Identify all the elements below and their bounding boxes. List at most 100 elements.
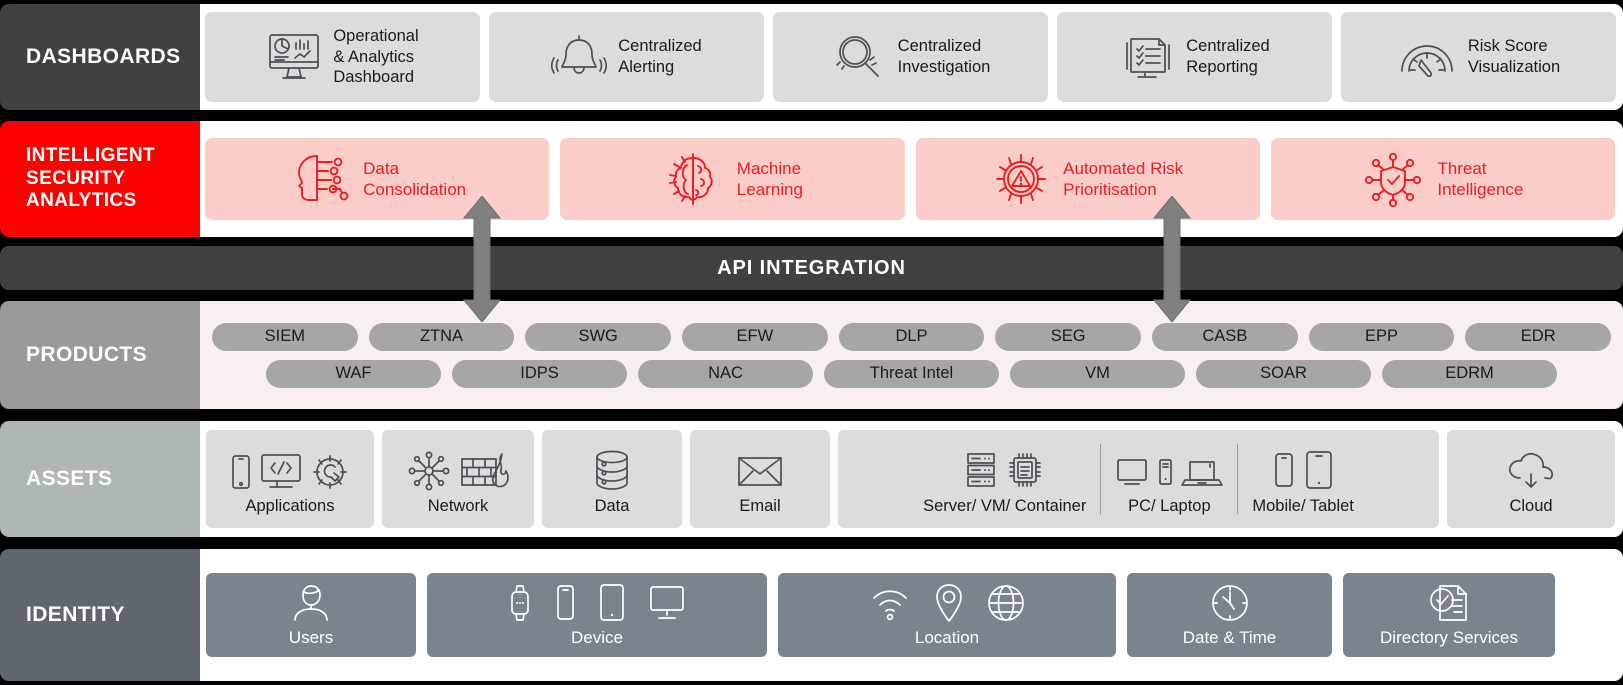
architecture-diagram: DASHBOARDS Operational & Analytics Dashb… [0, 0, 1623, 685]
asset-label: Mobile/ Tablet [1252, 497, 1354, 515]
dashboard-card-centralized-alerting[interactable]: Centralized Alerting [489, 12, 764, 102]
analytics-card-list: Data Consolidation Machine Learning Auto… [200, 121, 1623, 237]
assets-card-list: Applications Network Data Email Server/ … [200, 421, 1623, 537]
product-pill-casb[interactable]: CASB [1152, 322, 1298, 351]
row-label-analytics-line3: ANALYTICS [26, 190, 137, 212]
row-label-dashboards-text: DASHBOARDS [26, 44, 181, 68]
asset-group-server-vm-container: Server/ VM/ Container [911, 442, 1098, 516]
asset-label: Cloud [1509, 497, 1553, 515]
identity-card-location[interactable]: Location [778, 573, 1116, 657]
product-pill-waf[interactable]: WAF [266, 359, 441, 388]
asset-label: Network [427, 497, 489, 515]
asset-card-data[interactable]: Data [542, 430, 682, 528]
mobile-icon [232, 455, 250, 489]
user-avatar-icon [294, 585, 328, 621]
product-pill-vm[interactable]: VM [1010, 359, 1185, 388]
asset-label: Data [594, 497, 630, 515]
code-monitor-icon [261, 454, 301, 488]
dashboard-card-label: Centralized Reporting [1186, 37, 1270, 76]
product-pill-ztna[interactable]: ZTNA [368, 322, 515, 351]
identity-icon-group [868, 582, 1026, 624]
analytics-card-machine-learning[interactable]: Machine Learning [560, 138, 905, 220]
asset-group-mobile-tablet: Mobile/ Tablet [1240, 442, 1366, 516]
asset-label: Email [739, 497, 781, 515]
dashboard-card-risk-score-visualization[interactable]: Risk Score Visualization [1341, 12, 1616, 102]
asset-card-applications[interactable]: Applications [206, 430, 374, 528]
product-pill-edr[interactable]: EDR [1465, 322, 1612, 351]
api-integration-strip: API INTEGRATION [0, 246, 1623, 290]
cloud-download-icon [1509, 452, 1553, 488]
asset-icon-group [1115, 442, 1224, 492]
row-label-analytics-line1: INTELLIGENT [26, 145, 155, 167]
wifi-icon [873, 590, 907, 621]
asset-card-infrastructure-group[interactable]: Server/ VM/ Container PC/ Laptop Mobile/… [838, 430, 1439, 528]
product-pill-threat-intel[interactable]: Threat Intel [824, 359, 999, 388]
watch-icon [511, 585, 529, 621]
brain-gear-icon [662, 150, 724, 208]
product-pill-edrm[interactable]: EDRM [1382, 359, 1557, 388]
asset-card-cloud[interactable]: Cloud [1447, 430, 1615, 528]
asset-icon-group [230, 442, 350, 492]
tablet-icon [600, 584, 624, 621]
identity-label: Location [914, 628, 980, 647]
analytics-card-label: Data Consolidation [363, 158, 467, 199]
asset-icon-group [1272, 442, 1335, 492]
tower-icon [1159, 459, 1173, 485]
envelope-icon [738, 457, 782, 486]
analytics-card-label: Threat Intelligence [1437, 158, 1524, 199]
identity-card-users[interactable]: Users [206, 573, 416, 657]
product-pill-dlp[interactable]: DLP [838, 322, 985, 351]
identity-card-directory-services[interactable]: Directory Services [1343, 573, 1555, 657]
api-integration-label: API INTEGRATION [717, 256, 906, 279]
product-pill-epp[interactable]: EPP [1308, 322, 1455, 351]
arrow-analytics-products-right [1152, 196, 1192, 322]
product-pill-idps[interactable]: IDPS [452, 359, 627, 388]
asset-icon-group [406, 442, 511, 492]
identity-label: Directory Services [1380, 628, 1518, 647]
server-rack-icon [967, 453, 996, 487]
desktop-icon [1117, 459, 1148, 485]
identity-icon-group [289, 582, 333, 624]
globe-icon [988, 585, 1024, 621]
identity-card-list: Users Device Location Date & Time Direct… [200, 549, 1623, 681]
product-pill-efw[interactable]: EFW [682, 322, 828, 351]
dashboard-card-operational-analytics[interactable]: Operational & Analytics Dashboard [205, 12, 480, 102]
product-pill-siem[interactable]: SIEM [212, 322, 358, 351]
product-pill-seg[interactable]: SEG [995, 322, 1142, 351]
products-row-1: SIEM ZTNA SWG EFW DLP SEG CASB EPP EDR [212, 322, 1612, 351]
row-products: PRODUCTS SIEM ZTNA SWG EFW DLP SEG CASB … [0, 301, 1623, 409]
gear-warning-icon [992, 150, 1050, 208]
head-circuit-icon [288, 150, 350, 208]
row-label-analytics: INTELLIGENT SECURITY ANALYTICS [0, 121, 200, 237]
asset-icon-group [589, 442, 635, 492]
identity-card-date-time[interactable]: Date & Time [1127, 573, 1332, 657]
dashboard-card-label: Risk Score Visualization [1467, 37, 1561, 76]
analytics-card-threat-intelligence[interactable]: Threat Intelligence [1270, 138, 1615, 220]
arrow-analytics-products-left [462, 196, 502, 322]
asset-group-applications: Applications [218, 442, 362, 516]
row-label-dashboards: DASHBOARDS [0, 4, 200, 110]
map-pin-icon [936, 584, 962, 622]
dashboard-card-centralized-investigation[interactable]: Centralized Investigation [773, 12, 1048, 102]
asset-group-pc-laptop: PC/ Laptop [1103, 442, 1235, 516]
phone-icon [557, 585, 574, 620]
product-pill-soar[interactable]: SOAR [1196, 359, 1371, 388]
row-identity: IDENTITY Users Device Location Date & Ti… [0, 549, 1623, 681]
asset-icon-group [735, 442, 785, 492]
network-nodes-icon [408, 451, 449, 491]
row-label-identity: IDENTITY [0, 549, 200, 681]
product-pill-nac[interactable]: NAC [638, 359, 813, 388]
analytics-card-automated-risk-prioritisation[interactable]: Automated Risk Prioritisation [915, 138, 1260, 220]
dashboard-card-centralized-reporting[interactable]: Centralized Reporting [1057, 12, 1332, 102]
asset-card-email[interactable]: Email [690, 430, 830, 528]
asset-card-network[interactable]: Network [382, 430, 534, 528]
identity-label: Device [571, 628, 623, 647]
asset-label: Applications [245, 497, 335, 515]
row-api-integration: API INTEGRATION [0, 246, 1623, 290]
product-pill-swg[interactable]: SWG [525, 322, 672, 351]
identity-card-device[interactable]: Device [427, 573, 767, 657]
document-check-icon [1430, 585, 1467, 621]
magnifier-icon [831, 31, 887, 83]
row-intelligent-security-analytics: INTELLIGENT SECURITY ANALYTICS Data Cons… [0, 121, 1623, 237]
gear-wrench-icon [313, 455, 347, 489]
